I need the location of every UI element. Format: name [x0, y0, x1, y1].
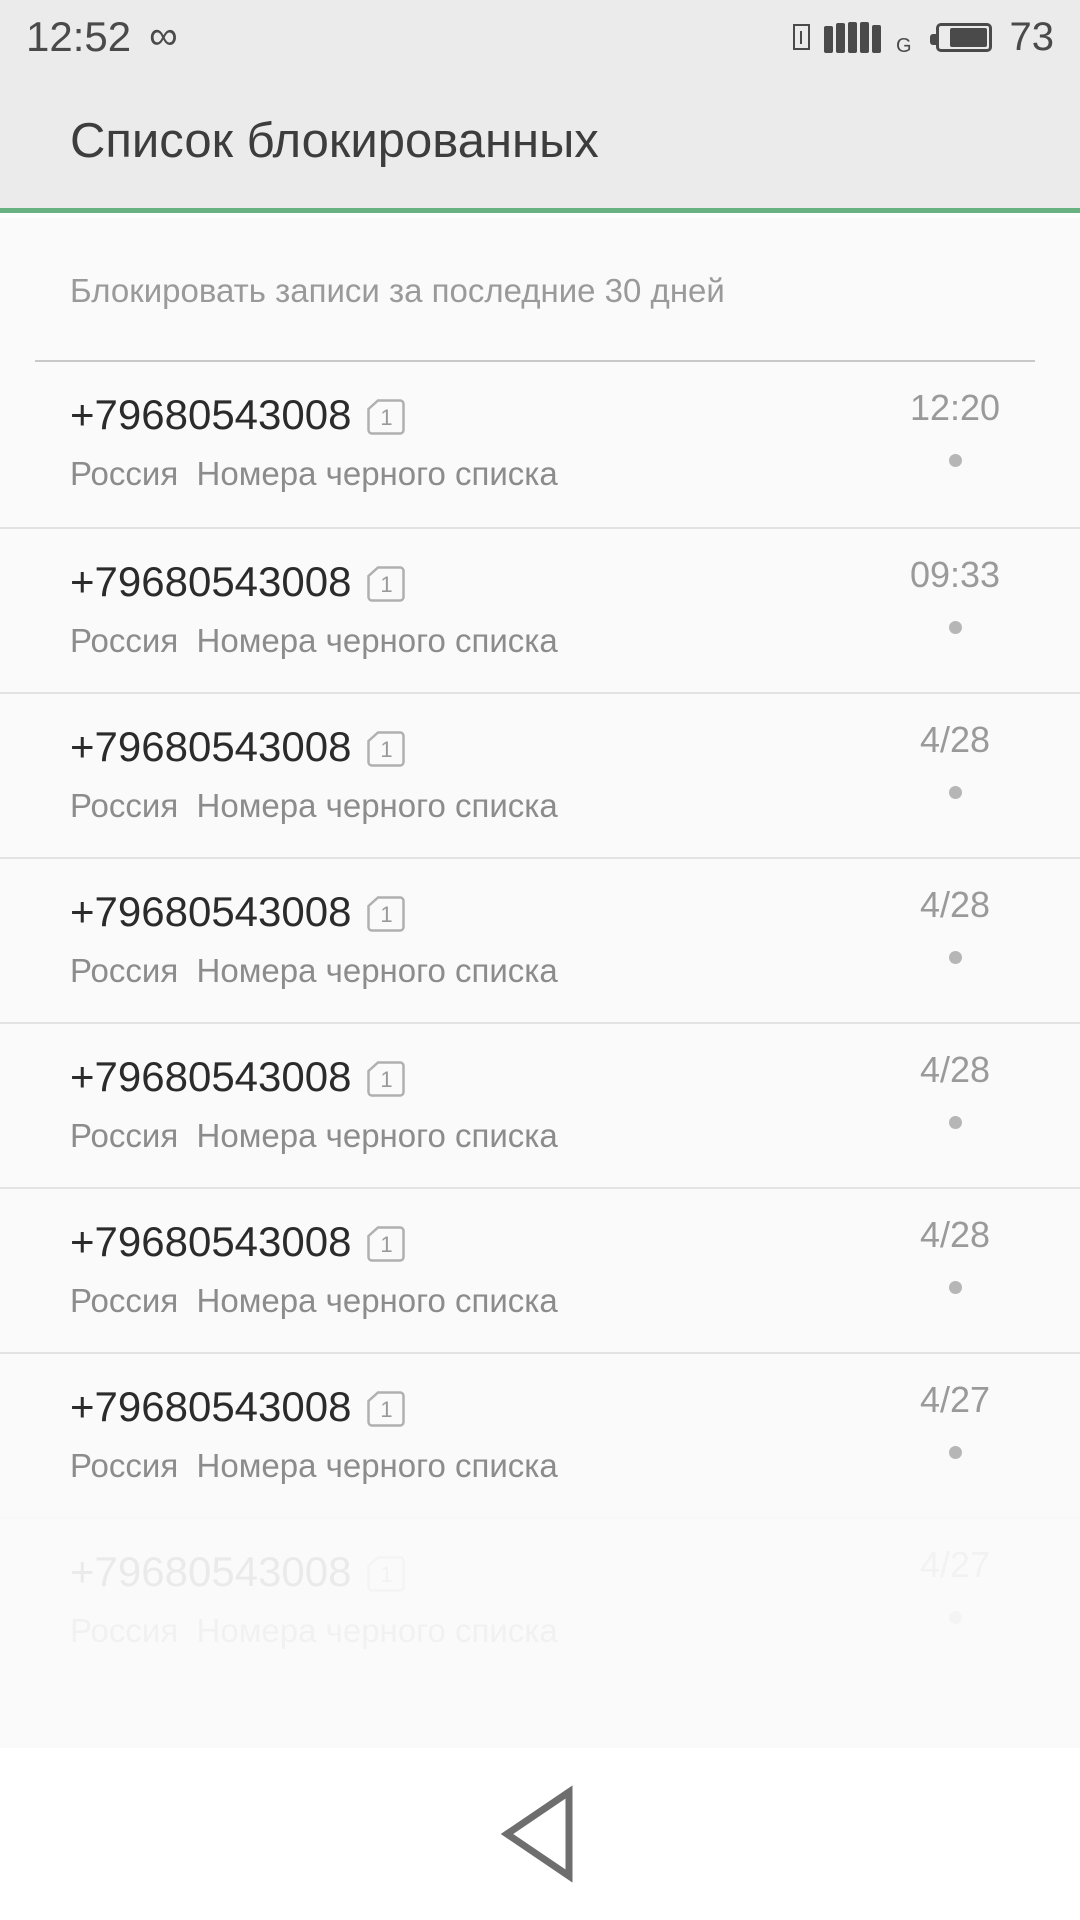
- call-row-number: +79680543008: [70, 1383, 352, 1430]
- call-row-detail-dot-icon[interactable]: [948, 951, 962, 964]
- nav-back-button[interactable]: [480, 1774, 600, 1894]
- call-row-subtitle: Россия Номера черного списка: [70, 455, 558, 492]
- call-row-number: +79680543008: [70, 888, 352, 935]
- sim-card-slot-label: 1: [380, 1067, 393, 1092]
- call-row-timestamp: 4/27: [919, 1379, 991, 1420]
- call-row[interactable]: +79680543008 1 Россия Номера черного списк…: [0, 1022, 1080, 1187]
- call-row[interactable]: +79680543008 1 Россия Номера черного списк…: [0, 362, 1080, 527]
- call-row-meta: 12:20: [875, 390, 1035, 467]
- call-row[interactable]: +79680543008 1 Россия Номера черного списк…: [0, 1352, 1080, 1517]
- call-row-subtitle: Россия Номера черного списка: [70, 1282, 558, 1319]
- call-row-timestamp: 12:20: [909, 387, 1001, 428]
- status-bar: 12:52 ∞ G 73: [0, 0, 1080, 74]
- call-row-meta: 4/27: [875, 1547, 1035, 1624]
- call-row-timestamp: 4/27: [919, 1544, 991, 1585]
- status-bar-right: G 73: [792, 15, 1055, 59]
- content-area[interactable]: Блокировать записи за последние 30 дней …: [0, 218, 1080, 1920]
- network-type-label: G: [895, 35, 912, 57]
- call-row-meta: 09:33: [875, 557, 1035, 634]
- sim-card-slot-label: 1: [380, 572, 393, 597]
- signal-bars-icon: [823, 21, 881, 53]
- call-row-number: +79680543008: [70, 1548, 352, 1595]
- call-row-number: +79680543008: [70, 723, 352, 770]
- sim-card-icon: 1: [367, 1556, 406, 1592]
- call-row-detail-dot-icon[interactable]: [948, 1281, 962, 1294]
- infinity-icon: ∞: [149, 14, 178, 58]
- status-clock: 12:52: [26, 13, 132, 60]
- sim-card-slot-label: 1: [380, 1397, 393, 1422]
- call-row-primary: +79680543008 1: [70, 888, 406, 935]
- call-row-subtitle: Россия Номера черного списка: [70, 952, 558, 989]
- sim-card-slot-label: 1: [380, 902, 393, 927]
- call-row-meta: 4/28: [875, 887, 1035, 964]
- call-row[interactable]: +79680543008 1 Россия Номера черного списк…: [0, 1187, 1080, 1352]
- call-row-meta: 4/27: [875, 1382, 1035, 1459]
- call-row-timestamp: 4/28: [919, 719, 991, 760]
- sim-card-slot-label: 1: [380, 405, 393, 430]
- call-row[interactable]: +79680543008 1 Россия Номера черного списк…: [0, 857, 1080, 1022]
- sim-card-icon: 1: [367, 1226, 406, 1262]
- call-row-number: +79680543008: [70, 1218, 352, 1265]
- page-title: Список блокированных: [70, 113, 599, 168]
- call-row-primary: +79680543008 1: [70, 1383, 406, 1430]
- call-row-timestamp: 09:33: [909, 554, 1001, 595]
- call-row-subtitle: Россия Номера черного списка: [70, 622, 558, 659]
- call-row-primary: +79680543008 1: [70, 391, 406, 438]
- app-header: Список блокированных: [0, 74, 1080, 213]
- call-row-subtitle: Россия Номера черного списка: [70, 1117, 558, 1154]
- call-row-meta: 4/28: [875, 722, 1035, 799]
- battery-level-fill: [950, 27, 987, 47]
- call-row-primary: +79680543008 1: [70, 1218, 406, 1265]
- call-row-number: +79680543008: [70, 558, 352, 605]
- call-row[interactable]: +79680543008 1 Россия Номера черного списк…: [0, 692, 1080, 857]
- status-bar-left: 12:52 ∞: [26, 16, 178, 58]
- sim-card-icon: 1: [367, 399, 406, 435]
- sim-slot-icon: [792, 24, 810, 50]
- call-row-subtitle: Россия Номера черного списка: [70, 1447, 558, 1484]
- call-row-timestamp: 4/28: [919, 1049, 991, 1090]
- call-row-timestamp: 4/28: [919, 1214, 991, 1255]
- sim-card-icon: 1: [367, 731, 406, 767]
- call-row-detail-dot-icon[interactable]: [948, 1116, 962, 1129]
- call-row-subtitle: Россия Номера черного списка: [70, 787, 558, 824]
- call-row-primary: +79680543008 1: [70, 1548, 406, 1595]
- call-row-primary: +79680543008 1: [70, 558, 406, 605]
- call-row-subtitle: Россия Номера черного списка: [70, 1612, 558, 1649]
- call-row[interactable]: +79680543008 1 Россия Номера черного списк…: [0, 1517, 1080, 1682]
- sim-card-icon: 1: [367, 566, 406, 602]
- call-row-detail-dot-icon[interactable]: [948, 621, 962, 634]
- sim-card-slot-label: 1: [380, 1232, 393, 1257]
- back-triangle-icon: [500, 1785, 573, 1883]
- battery-icon: [929, 22, 992, 52]
- call-row-timestamp: 4/28: [919, 884, 991, 925]
- sim-card-icon: 1: [367, 896, 406, 932]
- call-row-primary: +79680543008 1: [70, 723, 406, 770]
- call-row-detail-dot-icon[interactable]: [948, 454, 962, 467]
- sim-card-slot-label: 1: [380, 1562, 393, 1587]
- sim-card-icon: 1: [367, 1391, 406, 1427]
- battery-percent-label: 73: [1009, 15, 1055, 59]
- navigation-bar: [0, 1748, 1080, 1920]
- call-row-meta: 4/28: [875, 1052, 1035, 1129]
- call-row-primary: +79680543008 1: [70, 1053, 406, 1100]
- blocked-call-list[interactable]: +79680543008 1 Россия Номера черного списк…: [0, 362, 1080, 1682]
- list-subtitle: Блокировать записи за последние 30 дней: [70, 272, 725, 309]
- sim-card-icon: 1: [367, 1061, 406, 1097]
- call-row-number: +79680543008: [70, 391, 352, 438]
- call-row-meta: 4/28: [875, 1217, 1035, 1294]
- call-row[interactable]: +79680543008 1 Россия Номера черного списк…: [0, 527, 1080, 692]
- call-row-number: +79680543008: [70, 1053, 352, 1100]
- call-row-detail-dot-icon[interactable]: [948, 1611, 962, 1624]
- call-row-detail-dot-icon[interactable]: [948, 1446, 962, 1459]
- sim-card-slot-label: 1: [380, 737, 393, 762]
- call-row-detail-dot-icon[interactable]: [948, 786, 962, 799]
